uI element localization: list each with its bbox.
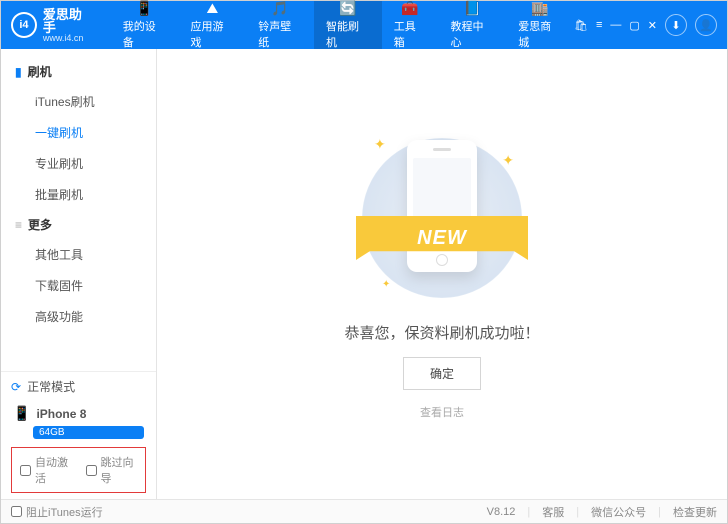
sidebar: ▮刷机 iTunes刷机 一键刷机 专业刷机 批量刷机 ≡更多 其他工具 下载固…	[1, 49, 157, 499]
device-info[interactable]: 📱 iPhone 8 64GB	[11, 401, 146, 443]
sidebar-item-oneclick-flash[interactable]: 一键刷机	[1, 117, 156, 148]
mode-toggle[interactable]: ⟳正常模式	[11, 378, 75, 395]
sparkle-icon: ✦	[502, 152, 514, 169]
shop-icon[interactable]: 🛍	[574, 19, 588, 32]
app-logo: i4 爱思助手 www.i4.cn	[1, 8, 105, 43]
phone-icon: 📱	[137, 0, 153, 16]
skip-guide-checkbox[interactable]: 跳过向导	[86, 454, 138, 486]
sidebar-item-other-tools[interactable]: 其他工具	[1, 239, 156, 270]
refresh-icon: 🔄	[340, 0, 356, 16]
logo-icon: i4	[11, 12, 37, 38]
device-icon: ▮	[15, 65, 22, 79]
block-itunes-checkbox[interactable]: 阻止iTunes运行	[11, 504, 103, 520]
sidebar-group-flash[interactable]: ▮刷机	[1, 57, 156, 86]
sidebar-item-batch-flash[interactable]: 批量刷机	[1, 179, 156, 210]
sidebar-item-advanced[interactable]: 高级功能	[1, 301, 156, 332]
confirm-button[interactable]: 确定	[403, 357, 481, 390]
book-icon: 📘	[464, 0, 480, 16]
tab-toolbox[interactable]: 🧰工具箱	[382, 1, 439, 49]
user-icon[interactable]: 👤	[695, 14, 717, 36]
toolbox-icon: 🧰	[402, 0, 418, 16]
storage-badge: 64GB	[33, 426, 144, 439]
sidebar-item-download-firmware[interactable]: 下载固件	[1, 270, 156, 301]
options-highlight: 自动激活 跳过向导	[11, 447, 146, 493]
sidebar-group-more[interactable]: ≡更多	[1, 210, 156, 239]
store-icon: 🏬	[532, 0, 548, 16]
top-tabs: 📱我的设备 ⛰应用游戏 🎵铃声壁纸 🔄智能刷机 🧰工具箱 📘教程中心 🏬爱思商城	[111, 1, 574, 49]
download-icon[interactable]: ⬇	[665, 14, 687, 36]
tab-store[interactable]: 🏬爱思商城	[506, 1, 574, 49]
tab-mydevice[interactable]: 📱我的设备	[111, 1, 179, 49]
wechat-link[interactable]: 微信公众号	[591, 504, 646, 520]
phone-icon: 📱	[13, 405, 30, 422]
minimize-icon[interactable]: —	[610, 19, 621, 31]
device-name: iPhone 8	[36, 407, 86, 421]
statusbar: 阻止iTunes运行 V8.12 | 客服 | 微信公众号 | 检查更新	[1, 499, 727, 523]
tab-flash[interactable]: 🔄智能刷机	[314, 1, 382, 49]
maximize-icon[interactable]: ▢	[629, 19, 639, 32]
more-icon: ≡	[15, 218, 22, 232]
close-icon[interactable]: ✕	[648, 19, 657, 32]
apps-icon: ⛰	[204, 0, 220, 16]
view-log-link[interactable]: 查看日志	[420, 404, 464, 420]
success-illustration: ✦ ✦ ✦ NEW	[342, 128, 542, 308]
tab-tutorial[interactable]: 📘教程中心	[439, 1, 507, 49]
window-controls: 🛍 ≡ — ▢ ✕ ⬇ 👤	[574, 14, 727, 36]
success-message: 恭喜您，保资料刷机成功啦！	[344, 322, 539, 343]
main-panel: ✦ ✦ ✦ NEW 恭喜您，保资料刷机成功啦！ 确定 查看日志	[157, 49, 727, 499]
music-icon: 🎵	[272, 0, 288, 16]
app-name: 爱思助手	[43, 8, 95, 34]
sparkle-icon: ✦	[374, 136, 386, 153]
menu-icon[interactable]: ≡	[596, 19, 602, 31]
sidebar-item-pro-flash[interactable]: 专业刷机	[1, 148, 156, 179]
check-update-link[interactable]: 检查更新	[673, 504, 717, 520]
tab-apps[interactable]: ⛰应用游戏	[178, 1, 246, 49]
refresh-icon: ⟳	[11, 380, 21, 394]
app-url: www.i4.cn	[43, 34, 95, 43]
tab-ringtones[interactable]: 🎵铃声壁纸	[246, 1, 314, 49]
auto-activate-checkbox[interactable]: 自动激活	[20, 454, 72, 486]
support-link[interactable]: 客服	[542, 504, 564, 520]
sidebar-item-itunes-flash[interactable]: iTunes刷机	[1, 86, 156, 117]
sparkle-icon: ✦	[382, 279, 390, 290]
version-label: V8.12	[487, 506, 516, 518]
titlebar: i4 爱思助手 www.i4.cn 📱我的设备 ⛰应用游戏 🎵铃声壁纸 🔄智能刷…	[1, 1, 727, 49]
